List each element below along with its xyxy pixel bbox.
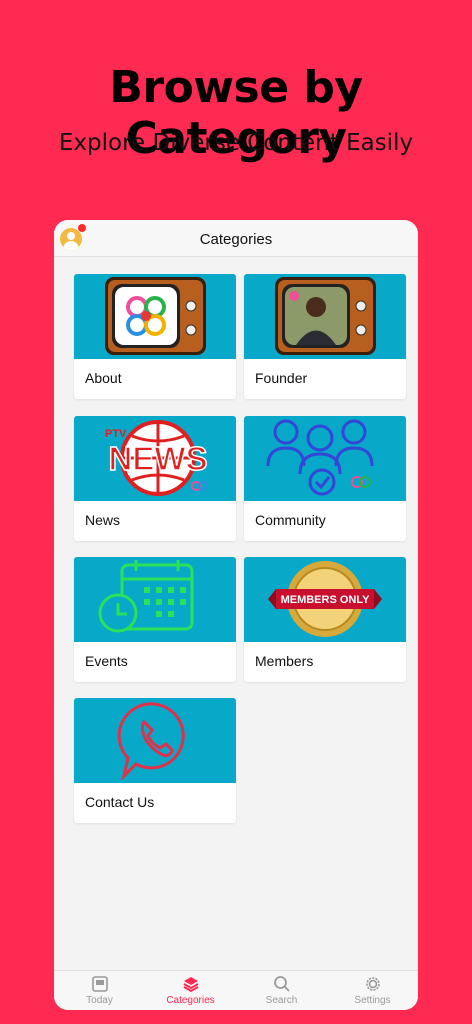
tab-label: Settings	[354, 995, 391, 1006]
members-badge-text: MEMBERS ONLY	[281, 594, 370, 606]
category-label: Members	[255, 653, 314, 669]
page-title: Categories	[199, 231, 273, 248]
category-label: News	[85, 512, 121, 528]
calendar-clock-icon	[74, 557, 236, 642]
tab-settings[interactable]: Settings	[327, 971, 418, 1010]
category-label: Contact Us	[85, 794, 155, 810]
category-label: Events	[85, 653, 128, 669]
layers-icon	[183, 977, 199, 993]
category-card-contact-us[interactable]: Contact Us	[74, 698, 236, 823]
category-card-community[interactable]: Community	[244, 416, 406, 541]
phone-screen: Categories About Founder PTV NEWS News C…	[54, 220, 418, 1010]
tab-categories[interactable]: Categories	[145, 971, 236, 1010]
search-icon	[274, 976, 290, 992]
category-card-founder[interactable]: Founder	[244, 274, 406, 399]
nav-bar: Categories	[54, 220, 418, 257]
category-label: About	[85, 370, 122, 386]
category-label: Founder	[255, 370, 308, 386]
community-icon	[244, 416, 406, 501]
category-card-events[interactable]: Events	[74, 557, 236, 682]
category-card-news[interactable]: PTV NEWS News	[74, 416, 236, 541]
news-ptv-text: PTV	[105, 428, 127, 440]
members-badge-icon: MEMBERS ONLY	[244, 557, 406, 642]
tab-label: Today	[86, 995, 113, 1006]
tab-label: Categories	[166, 995, 215, 1006]
tab-today[interactable]: Today	[54, 971, 145, 1010]
category-label: Community	[255, 512, 326, 528]
banner-subtitle: Explore Diverse Content Easily	[58, 130, 414, 156]
category-card-members[interactable]: MEMBERS ONLY Members	[244, 557, 406, 682]
tv-founder-icon	[244, 274, 406, 359]
tab-label: Search	[265, 995, 298, 1006]
tv-logo-icon	[74, 274, 236, 359]
today-icon	[92, 976, 108, 992]
tab-bar: Today Categories Search Settings	[54, 970, 418, 1010]
news-icon: PTV NEWS	[74, 416, 236, 501]
phone-chat-icon	[74, 698, 236, 783]
news-title-text: NEWS	[109, 440, 208, 477]
category-card-about[interactable]: About	[74, 274, 236, 399]
gear-icon	[366, 977, 380, 991]
tab-search[interactable]: Search	[236, 971, 327, 1010]
